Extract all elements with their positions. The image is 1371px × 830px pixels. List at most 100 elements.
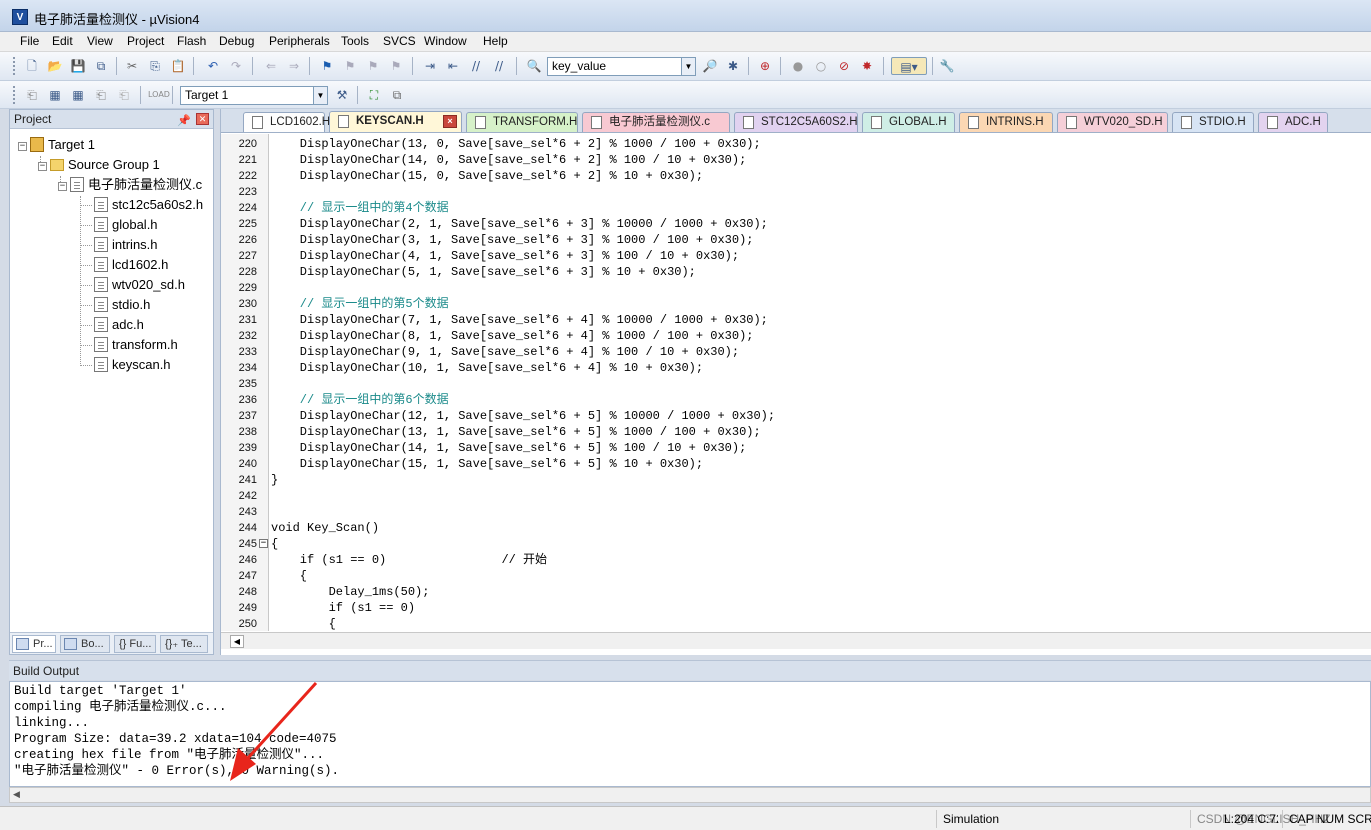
- indent-icon[interactable]: ⇥: [421, 57, 439, 75]
- tab-project[interactable]: Pr...: [12, 635, 56, 653]
- menu-debug[interactable]: Debug: [217, 34, 256, 48]
- build-output-scrollbar[interactable]: ◀: [9, 787, 1371, 803]
- code-line[interactable]: 231 DisplayOneChar(7, 1, Save[save_sel*6…: [221, 312, 1371, 328]
- build-icon[interactable]: ▦: [46, 86, 64, 104]
- bookmark-next-icon[interactable]: ⚑: [364, 57, 382, 75]
- code-line[interactable]: 246 if (s1 == 0) // 开始: [221, 552, 1371, 568]
- translate-icon[interactable]: ⎗: [23, 86, 41, 104]
- start-debug-icon[interactable]: ⊕: [756, 57, 774, 75]
- download-icon[interactable]: LOAD: [148, 86, 170, 104]
- find-icon[interactable]: 🔎: [701, 57, 719, 75]
- code-line[interactable]: 239 DisplayOneChar(14, 1, Save[save_sel*…: [221, 440, 1371, 456]
- menu-tools[interactable]: Tools: [339, 34, 371, 48]
- editor-tab[interactable]: TRANSFORM.H: [466, 112, 578, 132]
- configure-tools-icon[interactable]: 🔧: [938, 57, 956, 75]
- chevron-down-icon[interactable]: ▼: [313, 87, 327, 104]
- code-line[interactable]: 230 // 显示一组中的第5个数据: [221, 296, 1371, 312]
- paste-icon[interactable]: 📋: [169, 57, 187, 75]
- bookmark-prev-icon[interactable]: ⚑: [341, 57, 359, 75]
- code-line[interactable]: 237 DisplayOneChar(12, 1, Save[save_sel*…: [221, 408, 1371, 424]
- code-line[interactable]: 243: [221, 504, 1371, 520]
- scroll-left-icon[interactable]: ◀: [13, 789, 20, 800]
- code-line[interactable]: 240 DisplayOneChar(15, 1, Save[save_sel*…: [221, 456, 1371, 472]
- code-line[interactable]: 241}: [221, 472, 1371, 488]
- redo-icon[interactable]: ↷: [227, 57, 245, 75]
- pin-icon[interactable]: 📌: [177, 112, 191, 131]
- menu-window[interactable]: Window: [422, 34, 469, 48]
- collapse-icon[interactable]: −: [18, 142, 27, 151]
- code-line[interactable]: 244 void Key_Scan(): [221, 520, 1371, 536]
- code-line[interactable]: 238 DisplayOneChar(13, 1, Save[save_sel*…: [221, 424, 1371, 440]
- tab-templates[interactable]: {}₊ Te...: [160, 635, 208, 653]
- menu-peripherals[interactable]: Peripherals: [267, 34, 332, 48]
- tree-node-group[interactable]: − Source Group 1: [38, 156, 160, 174]
- menu-flash[interactable]: Flash: [175, 34, 208, 48]
- menu-edit[interactable]: Edit: [50, 34, 75, 48]
- code-line[interactable]: 247 {: [221, 568, 1371, 584]
- horizontal-scrollbar[interactable]: ◀: [221, 632, 1371, 649]
- build-output-pane[interactable]: Build target 'Target 1' compiling 电子肺活量检测…: [9, 681, 1371, 787]
- code-line[interactable]: 234 DisplayOneChar(10, 1, Save[save_sel*…: [221, 360, 1371, 376]
- editor-tab[interactable]: KEYSCAN.H ×: [329, 111, 462, 132]
- code-line[interactable]: 233 DisplayOneChar(9, 1, Save[save_sel*6…: [221, 344, 1371, 360]
- code-line[interactable]: 226 DisplayOneChar(3, 1, Save[save_sel*6…: [221, 232, 1371, 248]
- new-file-icon[interactable]: 🗋: [23, 57, 41, 75]
- code-line[interactable]: 249 if (s1 == 0): [221, 600, 1371, 616]
- code-line[interactable]: 248 Delay_1ms(50);: [221, 584, 1371, 600]
- chevron-down-icon[interactable]: ▼: [681, 58, 695, 75]
- insert-breakpoint-icon[interactable]: ●: [789, 57, 807, 75]
- disable-breakpoints-icon[interactable]: ⊘: [835, 57, 853, 75]
- code-line[interactable]: 229: [221, 280, 1371, 296]
- editor-tab[interactable]: WTV020_SD.H: [1057, 112, 1168, 132]
- kill-breakpoints-icon[interactable]: ✸: [858, 57, 876, 75]
- tree-node-header[interactable]: wtv020_sd.h: [94, 276, 185, 294]
- open-folder-icon[interactable]: 📂: [46, 57, 64, 75]
- menu-help[interactable]: Help: [481, 34, 510, 48]
- collapse-icon[interactable]: −: [38, 162, 47, 171]
- close-icon[interactable]: ×: [443, 115, 457, 128]
- editor-tab[interactable]: ADC.H: [1258, 112, 1328, 132]
- code-line[interactable]: 228 DisplayOneChar(5, 1, Save[save_sel*6…: [221, 264, 1371, 280]
- cut-icon[interactable]: ✂: [123, 57, 141, 75]
- tab-functions[interactable]: {} Fu...: [114, 635, 156, 653]
- navigate-back-icon[interactable]: ⇐: [262, 57, 280, 75]
- tree-node-header[interactable]: stc12c5a60s2.h: [94, 196, 203, 214]
- tree-node-header[interactable]: transform.h: [94, 336, 178, 354]
- scroll-left-icon[interactable]: ◀: [230, 635, 244, 648]
- code-line[interactable]: 227 DisplayOneChar(4, 1, Save[save_sel*6…: [221, 248, 1371, 264]
- file-extensions-icon[interactable]: ⧉: [388, 86, 406, 104]
- editor-tab[interactable]: GLOBAL.H: [862, 112, 955, 132]
- undo-icon[interactable]: ↶: [204, 57, 222, 75]
- find-combo[interactable]: key_value ▼: [547, 57, 696, 76]
- unindent-icon[interactable]: ⇤: [444, 57, 462, 75]
- tree-node-header[interactable]: keyscan.h: [94, 356, 171, 374]
- menu-view[interactable]: View: [85, 34, 115, 48]
- toolbar-grip[interactable]: [13, 86, 16, 104]
- tree-node-header[interactable]: global.h: [94, 216, 158, 234]
- navigate-forward-icon[interactable]: ⇒: [285, 57, 303, 75]
- code-line[interactable]: 223: [221, 184, 1371, 200]
- find-in-files-icon[interactable]: 🔍: [525, 57, 543, 75]
- editor-tab[interactable]: STC12C5A60S2.H: [734, 112, 858, 132]
- code-line[interactable]: 250 {: [221, 616, 1371, 631]
- toolbar-grip[interactable]: [13, 57, 16, 75]
- code-line[interactable]: 222 DisplayOneChar(15, 0, Save[save_sel*…: [221, 168, 1371, 184]
- manage-components-icon[interactable]: ⛶: [365, 86, 383, 104]
- fold-toggle-icon[interactable]: −: [259, 539, 268, 548]
- menu-svcs[interactable]: SVCS: [381, 34, 418, 48]
- code-line[interactable]: 245−{: [221, 536, 1371, 552]
- code-line[interactable]: 225 DisplayOneChar(2, 1, Save[save_sel*6…: [221, 216, 1371, 232]
- enable-breakpoint-icon[interactable]: ○: [812, 57, 830, 75]
- tree-node-header[interactable]: intrins.h: [94, 236, 158, 254]
- code-line[interactable]: 232 DisplayOneChar(8, 1, Save[save_sel*6…: [221, 328, 1371, 344]
- bookmark-clear-icon[interactable]: ⚑: [387, 57, 405, 75]
- close-icon[interactable]: ✕: [196, 113, 209, 125]
- tree-node-main-file[interactable]: − 电子肺活量检测仪.c: [58, 176, 202, 194]
- editor-tab[interactable]: 电子肺活量检测仪.c: [582, 112, 730, 132]
- code-line[interactable]: 224 // 显示一组中的第4个数据: [221, 200, 1371, 216]
- menu-file[interactable]: File: [18, 34, 41, 48]
- window-layout-icon[interactable]: ▤▾: [891, 57, 927, 75]
- tab-books[interactable]: Bo...: [60, 635, 110, 653]
- code-line[interactable]: 235: [221, 376, 1371, 392]
- comment-selection-icon[interactable]: //: [467, 57, 485, 75]
